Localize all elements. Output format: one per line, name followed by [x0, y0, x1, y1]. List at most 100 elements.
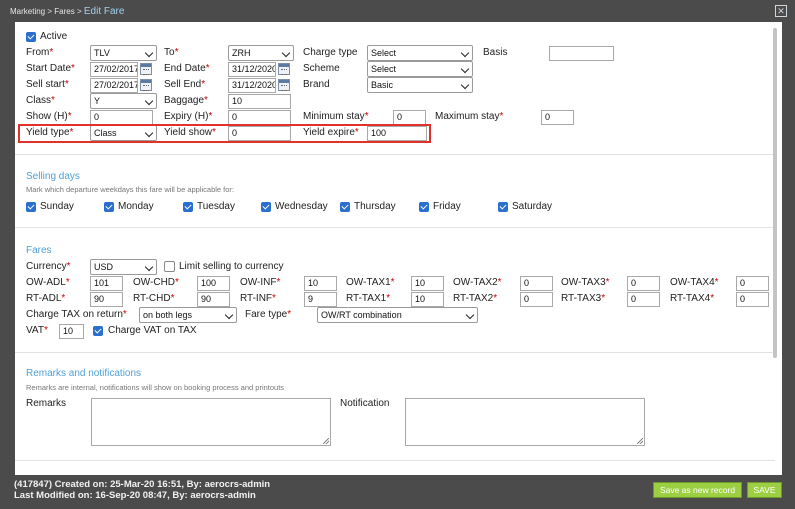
active-checkbox[interactable]	[26, 32, 36, 42]
rt-tax2-input[interactable]: 0	[520, 292, 553, 307]
wednesday-checkbox[interactable]	[261, 202, 271, 212]
min-stay-input[interactable]: 0	[393, 110, 426, 125]
chevron-down-icon	[460, 64, 470, 74]
ow-tax2-input[interactable]: 0	[520, 276, 553, 291]
save-as-new-button[interactable]: Save as new record	[653, 482, 742, 498]
divider	[15, 352, 775, 353]
ow-inf-input[interactable]: 10	[304, 276, 337, 291]
fare-type-select[interactable]: OW/RT combination	[317, 307, 478, 323]
saturday-label: Saturday	[512, 201, 553, 212]
ow-chd-input[interactable]: 100	[197, 276, 230, 291]
monday-label: Monday	[118, 201, 154, 212]
friday-label: Friday	[433, 201, 461, 212]
chevron-down-icon	[460, 48, 470, 58]
remarks-label: Remarks	[26, 398, 67, 409]
rt-tax4-label: RT-TAX4	[670, 293, 711, 304]
max-stay-label: Maximum stay	[435, 111, 500, 122]
charge-tax-select[interactable]: on both legs	[139, 307, 237, 323]
end-date-input[interactable]: 31/12/2020	[228, 62, 276, 77]
end-date-label: End Date	[164, 63, 206, 74]
ow-tax1-label: OW-TAX1	[346, 277, 391, 288]
yield-highlight-box	[18, 124, 431, 143]
from-select[interactable]: TLV	[90, 45, 157, 61]
ow-tax1-input[interactable]: 10	[411, 276, 444, 291]
remarks-textarea[interactable]	[91, 398, 331, 446]
rt-tax1-label: RT-TAX1	[346, 293, 387, 304]
currency-select[interactable]: USD	[90, 259, 157, 275]
remarks-title: Remarks and notifications	[26, 368, 142, 379]
brand-label: Brand	[303, 79, 330, 90]
ow-adl-input[interactable]: 101	[90, 276, 123, 291]
monday-checkbox[interactable]	[104, 202, 114, 212]
vat-label: VAT	[26, 325, 44, 336]
wednesday-label: Wednesday	[275, 201, 328, 212]
scheme-select[interactable]: Select	[367, 61, 473, 77]
class-select[interactable]: Y	[90, 93, 157, 109]
rt-inf-label: RT-INF	[240, 293, 273, 304]
basis-input[interactable]	[549, 46, 614, 61]
calendar-icon[interactable]	[140, 79, 152, 91]
divider	[15, 460, 775, 461]
saturday-checkbox[interactable]	[498, 202, 508, 212]
notification-textarea[interactable]	[405, 398, 645, 446]
sunday-checkbox[interactable]	[26, 202, 36, 212]
breadcrumb: Marketing > Fares > Edit Fare	[10, 6, 125, 17]
calendar-icon[interactable]	[278, 63, 290, 75]
brand-select[interactable]: Basic	[367, 77, 473, 93]
to-select[interactable]: ZRH	[228, 45, 294, 61]
rt-tax1-input[interactable]: 10	[411, 292, 444, 307]
max-stay-input[interactable]: 0	[541, 110, 574, 125]
selling-days-note: Mark which departure weekdays this fare …	[26, 185, 235, 194]
to-label: To	[164, 47, 175, 58]
tuesday-checkbox[interactable]	[183, 202, 193, 212]
baggage-input[interactable]: 10	[228, 94, 291, 109]
start-date-input[interactable]: 27/02/2017	[90, 62, 138, 77]
chevron-down-icon	[144, 96, 154, 106]
basis-label: Basis	[483, 47, 508, 58]
modified-info: Last Modified on: 16-Sep-20 08:47, By: a…	[14, 490, 256, 501]
breadcrumb-fares[interactable]: Fares	[54, 7, 74, 16]
charge-vat-label: Charge VAT on TAX	[108, 325, 197, 336]
limit-currency-label: Limit selling to currency	[179, 261, 284, 272]
calendar-icon[interactable]	[140, 63, 152, 75]
active-label: Active	[40, 31, 68, 42]
rt-adl-label: RT-ADL	[26, 293, 62, 304]
vat-input[interactable]: 10	[59, 324, 84, 339]
sell-start-input[interactable]: 27/02/2017	[90, 78, 138, 93]
scrollbar[interactable]	[773, 28, 777, 358]
fares-title: Fares	[26, 245, 52, 256]
remarks-note: Remarks are internal, notifications will…	[26, 383, 285, 392]
rt-tax3-label: RT-TAX3	[561, 293, 602, 304]
from-label: From	[26, 47, 50, 58]
chevron-down-icon	[460, 80, 470, 90]
breadcrumb-current: Edit Fare	[83, 6, 125, 17]
limit-currency-checkbox[interactable]	[164, 261, 175, 272]
ow-tax3-input[interactable]: 0	[627, 276, 660, 291]
ow-tax4-input[interactable]: 0	[736, 276, 769, 291]
charge-type-select[interactable]: Select	[367, 45, 473, 61]
rt-inf-input[interactable]: 9	[304, 292, 337, 307]
close-icon[interactable]: ✕	[775, 5, 787, 17]
rt-tax4-input[interactable]: 0	[736, 292, 769, 307]
footer: (417847) Created on: 25-Mar-20 16:51, By…	[0, 476, 795, 509]
expiry-label: Expiry (H)	[164, 111, 209, 122]
sell-end-input[interactable]: 31/12/2020	[228, 78, 276, 93]
rt-adl-input[interactable]: 90	[90, 292, 123, 307]
start-date-label: Start Date	[26, 63, 72, 74]
currency-label: Currency	[26, 261, 67, 272]
breadcrumb-marketing[interactable]: Marketing	[10, 7, 45, 16]
thursday-label: Thursday	[354, 201, 396, 212]
rt-tax3-input[interactable]: 0	[627, 292, 660, 307]
rt-chd-input[interactable]: 90	[197, 292, 230, 307]
save-button[interactable]: SAVE	[747, 482, 782, 498]
calendar-icon[interactable]	[278, 79, 290, 91]
charge-type-label: Charge type	[303, 47, 358, 58]
thursday-checkbox[interactable]	[340, 202, 350, 212]
friday-checkbox[interactable]	[419, 202, 429, 212]
ow-adl-label: OW-ADL	[26, 277, 66, 288]
show-input[interactable]: 0	[90, 110, 153, 125]
chevron-down-icon	[281, 48, 291, 58]
expiry-input[interactable]: 0	[228, 110, 291, 125]
charge-vat-checkbox[interactable]	[93, 326, 103, 336]
ow-tax3-label: OW-TAX3	[561, 277, 606, 288]
